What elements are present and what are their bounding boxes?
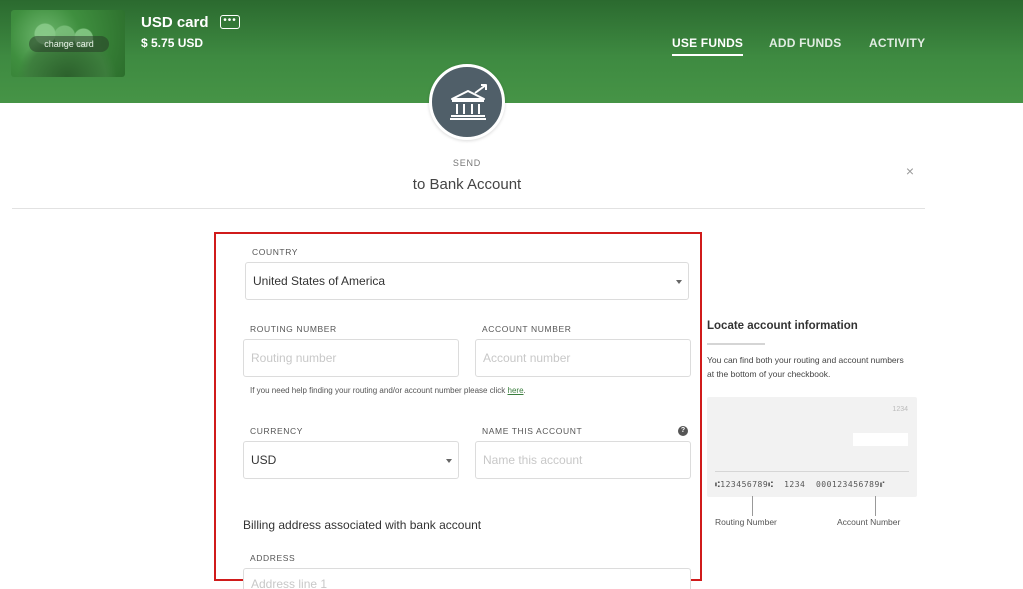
currency-select[interactable]: USD [243,441,459,479]
account-name-placeholder: Name this account [483,453,583,467]
card-name: USD card [141,14,209,31]
routing-number-placeholder: Routing number [251,351,337,365]
check-micr-line: ⑆123456789⑆ 1234 000123456789⑈ [715,480,886,489]
billing-heading: Billing address associated with bank acc… [243,518,482,532]
chevron-down-icon [446,459,452,463]
address-placeholder: Address line 1 [251,577,328,589]
account-number-caption: Account Number [837,517,901,527]
info-title-underline [707,343,765,345]
bank-transfer-badge [429,64,505,140]
account-pointer [875,496,876,516]
currency-label: CURRENCY [250,426,303,436]
country-select[interactable]: United States of America [245,262,689,300]
bank-transfer-icon [450,84,487,120]
chevron-down-icon [676,280,682,284]
country-value: United States of America [253,274,386,288]
locate-info-title: Locate account information [707,320,858,332]
help-question-icon[interactable]: ? [678,426,688,436]
account-number-placeholder: Account number [483,351,571,365]
account-name-label: NAME THIS ACCOUNT [482,426,583,436]
help-link[interactable]: here [508,386,524,395]
check-number: 1234 [892,406,908,413]
check-amount-box [853,433,908,446]
account-number-input[interactable]: Account number [475,339,691,377]
address-label: ADDRESS [250,553,296,563]
sample-check-image: 1234 ⑆123456789⑆ 1234 000123456789⑈ [707,397,917,497]
change-card-button[interactable]: change card [29,36,109,52]
help-text: If you need help finding your routing an… [250,386,508,395]
card-balance: $ 5.75 USD [141,36,204,50]
help-end: . [523,386,526,395]
routing-help-text: If you need help finding your routing an… [250,386,526,395]
account-header: change card USD card ••• $ 5.75 USD USE … [0,0,1023,103]
page-title: to Bank Account [412,176,522,193]
routing-number-caption: Routing Number [715,517,777,527]
routing-number-label: ROUTING NUMBER [250,324,337,334]
check-signature-line [715,471,909,472]
currency-value: USD [251,453,277,467]
routing-pointer [752,496,753,516]
header-divider [12,208,925,209]
account-number-label: ACCOUNT NUMBER [482,324,572,334]
more-options-icon[interactable]: ••• [220,15,240,29]
send-label: SEND [452,158,482,168]
nav-add-funds[interactable]: ADD FUNDS [769,36,841,50]
address-line-1-input[interactable]: Address line 1 [243,568,691,589]
routing-number-input[interactable]: Routing number [243,339,459,377]
locate-info-text: You can find both your routing and accou… [707,355,904,379]
nav-activity[interactable]: ACTIVITY [869,36,925,50]
country-label: COUNTRY [252,247,299,257]
card-thumbnail[interactable]: change card [11,10,125,77]
account-name-input[interactable]: Name this account [475,441,691,479]
close-icon[interactable]: × [903,164,917,178]
nav-use-funds[interactable]: USE FUNDS [672,36,744,56]
